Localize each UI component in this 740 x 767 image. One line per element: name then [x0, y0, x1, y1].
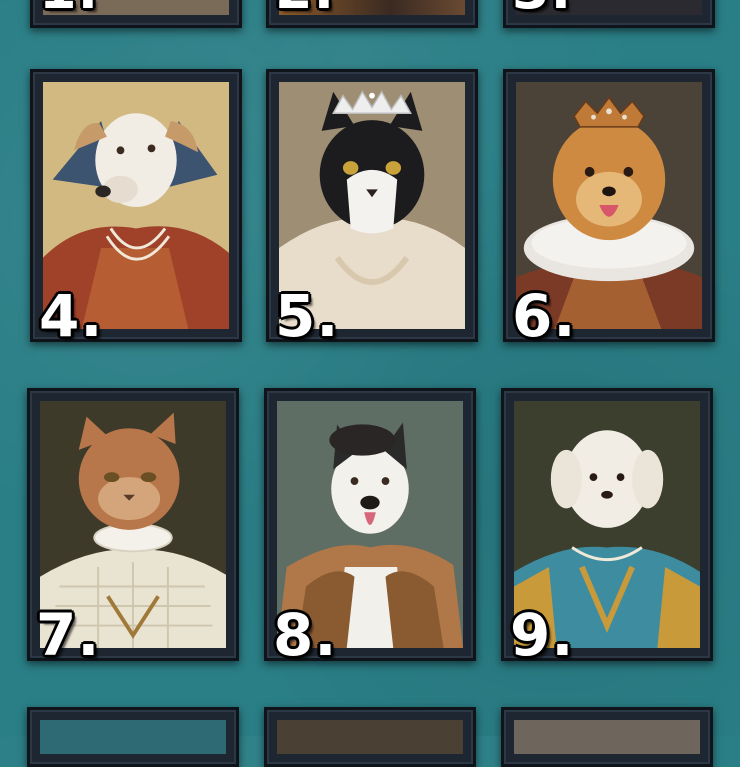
portrait-number-6: 6. [512, 282, 577, 350]
portrait-number-3: 3. [512, 0, 572, 17]
portrait-number-5: 5. [275, 282, 340, 350]
portrait-number-9: 9. [510, 601, 575, 669]
portrait-frame-4: 4. [30, 69, 242, 350]
portrait-frame-9: 9. [501, 388, 713, 669]
portrait-frame-7: 7. [27, 388, 239, 669]
portrait-frame-2: 2. [266, 0, 478, 28]
portrait-number-4: 4. [39, 282, 104, 350]
portrait-frame-12 [501, 707, 713, 767]
portrait-number-8: 8. [273, 601, 338, 669]
portrait-frame-1: 1. [30, 0, 242, 28]
portrait-number-1: 1. [39, 0, 99, 17]
portrait-image-10 [40, 720, 226, 754]
portrait-frame-5: 5. [266, 69, 478, 350]
portrait-frame-3: 3. [503, 0, 715, 28]
portrait-frame-6: 6. [503, 69, 715, 350]
portrait-image-11 [277, 720, 463, 754]
portrait-number-7: 7. [36, 601, 101, 669]
portrait-frame-8: 8. [264, 388, 476, 669]
portrait-number-2: 2. [275, 0, 335, 17]
portrait-image-12 [514, 720, 700, 754]
portrait-frame-11 [264, 707, 476, 767]
portrait-frame-10 [27, 707, 239, 767]
